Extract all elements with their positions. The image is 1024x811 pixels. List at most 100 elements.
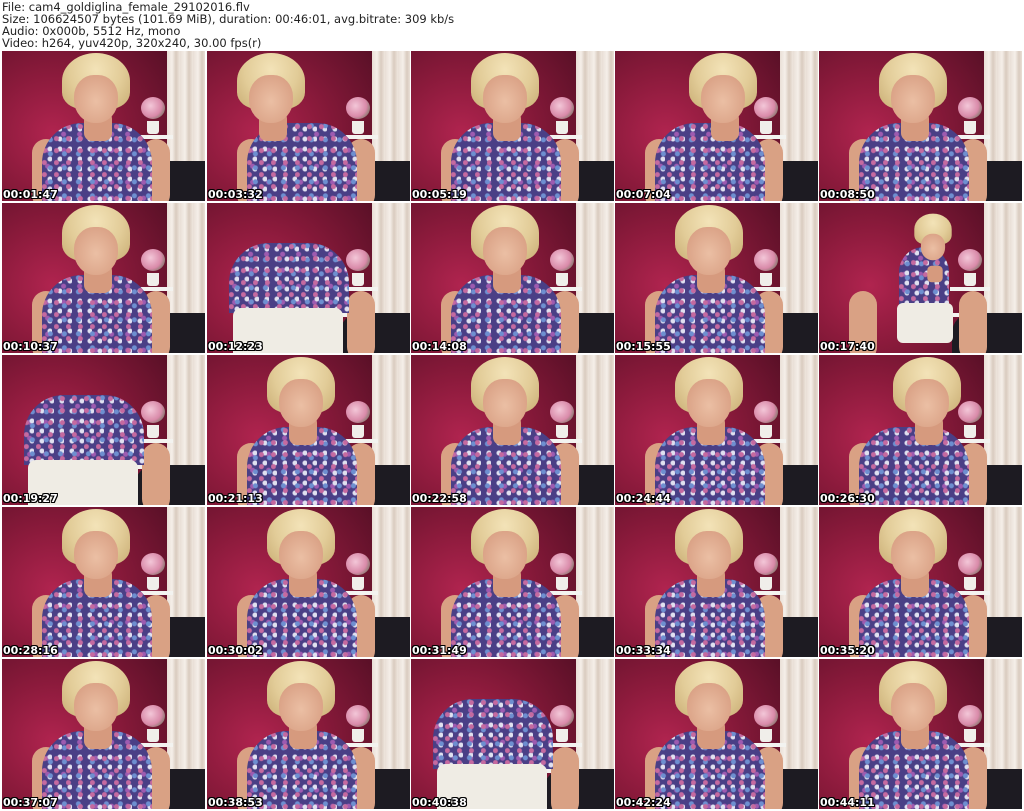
timestamp-label: 00:07:04 [616, 188, 671, 201]
white-skirt [897, 303, 953, 343]
flower-pot [556, 273, 568, 286]
flower-pot [147, 273, 159, 286]
timestamp-label: 00:10:37 [3, 340, 58, 353]
flower-plant [346, 401, 370, 423]
timestamp-label: 00:15:55 [616, 340, 671, 353]
timestamp-label: 00:28:16 [3, 644, 58, 657]
flower-pot [352, 273, 364, 286]
timestamp-label: 00:37:07 [3, 796, 58, 809]
face [279, 531, 323, 579]
timestamp-label: 00:44:11 [820, 796, 875, 809]
flower-plant [958, 249, 982, 271]
flower-pot [352, 425, 364, 438]
video-thumbnail: 00:35:20 [819, 507, 1022, 657]
flower-pot [556, 425, 568, 438]
video-thumbnail: 00:07:04 [615, 51, 818, 201]
timestamp-label: 00:14:08 [412, 340, 467, 353]
flower-pot [964, 425, 976, 438]
face [891, 683, 935, 731]
video-thumbnail: 00:42:24 [615, 659, 818, 809]
thumbnail-grid: 00:01:47 00:03:32 00:05:19 00:07:04 00:08:50… [0, 51, 1024, 811]
video-thumbnail: 00:33:34 [615, 507, 818, 657]
flower-plant [346, 553, 370, 575]
video-thumbnail: 00:28:16 [2, 507, 205, 657]
timestamp-label: 00:31:49 [412, 644, 467, 657]
face [483, 227, 527, 275]
face [905, 379, 949, 427]
face [249, 75, 293, 123]
floral-blouse [859, 427, 969, 505]
flower-pot [964, 121, 976, 134]
metadata-header: File: cam4_goldiglina_female_29102016.fl… [0, 0, 1024, 50]
neck [927, 265, 943, 283]
video-thumbnail: 00:19:27 [2, 355, 205, 505]
flower-plant [754, 249, 778, 271]
flower-plant [346, 705, 370, 727]
timestamp-label: 00:30:02 [208, 644, 263, 657]
video-thumbnail: 00:10:37 [2, 203, 205, 353]
flower-pot [760, 729, 772, 742]
timestamp-label: 00:38:53 [208, 796, 263, 809]
flower-pot [147, 425, 159, 438]
flower-plant [141, 249, 165, 271]
flower-plant [958, 401, 982, 423]
flower-plant [346, 97, 370, 119]
video-thumbnail: 00:38:53 [207, 659, 410, 809]
timestamp-label: 00:35:20 [820, 644, 875, 657]
timestamp-label: 00:24:44 [616, 492, 671, 505]
flower-plant [550, 553, 574, 575]
floral-blouse [655, 123, 765, 201]
flower-pot [964, 577, 976, 590]
video-thumbnail: 00:37:07 [2, 659, 205, 809]
flower-plant [754, 705, 778, 727]
video-thumbnail: 00:15:55 [615, 203, 818, 353]
flower-pot [760, 273, 772, 286]
timestamp-label: 00:17:40 [820, 340, 875, 353]
timestamp-label: 00:26:30 [820, 492, 875, 505]
flower-pot [760, 425, 772, 438]
face [279, 379, 323, 427]
flower-plant [958, 97, 982, 119]
flower-pot [147, 121, 159, 134]
video-thumbnail: 00:26:30 [819, 355, 1022, 505]
flower-plant [550, 401, 574, 423]
video-thumbnail: 00:22:58 [411, 355, 614, 505]
flower-pot [556, 121, 568, 134]
flower-pot [352, 729, 364, 742]
video-thumbnail: 00:24:44 [615, 355, 818, 505]
timestamp-label: 00:19:27 [3, 492, 58, 505]
flower-pot [352, 121, 364, 134]
right-arm [959, 291, 987, 353]
flower-pot [760, 121, 772, 134]
right-arm [551, 747, 579, 809]
face [920, 233, 946, 261]
floral-blouse [433, 699, 553, 769]
face [483, 75, 527, 123]
timestamp-label: 00:12:23 [208, 340, 263, 353]
video-thumbnail: 00:21:13 [207, 355, 410, 505]
video-thumbnail: 00:01:47 [2, 51, 205, 201]
flower-pot [352, 577, 364, 590]
face [891, 531, 935, 579]
flower-plant [141, 705, 165, 727]
video-info-line: Video: h264, yuv420p, 320x240, 30.00 fps… [2, 36, 262, 50]
video-thumbnail: 00:12:23 [207, 203, 410, 353]
timestamp-label: 00:33:34 [616, 644, 671, 657]
video-thumbnail: 00:08:50 [819, 51, 1022, 201]
video-thumbnail: 00:05:19 [411, 51, 614, 201]
video-thumbnail: 00:40:38 [411, 659, 614, 809]
timestamp-label: 00:01:47 [3, 188, 58, 201]
flower-plant [346, 249, 370, 271]
video-thumbnail: 00:17:40 [819, 203, 1022, 353]
flower-plant [958, 553, 982, 575]
face [687, 227, 731, 275]
flower-plant [141, 97, 165, 119]
face [483, 531, 527, 579]
timestamp-label: 00:03:32 [208, 188, 263, 201]
timestamp-label: 00:22:58 [412, 492, 467, 505]
flower-plant [550, 249, 574, 271]
face [687, 379, 731, 427]
flower-pot [964, 729, 976, 742]
right-arm [347, 291, 375, 353]
flower-pot [760, 577, 772, 590]
